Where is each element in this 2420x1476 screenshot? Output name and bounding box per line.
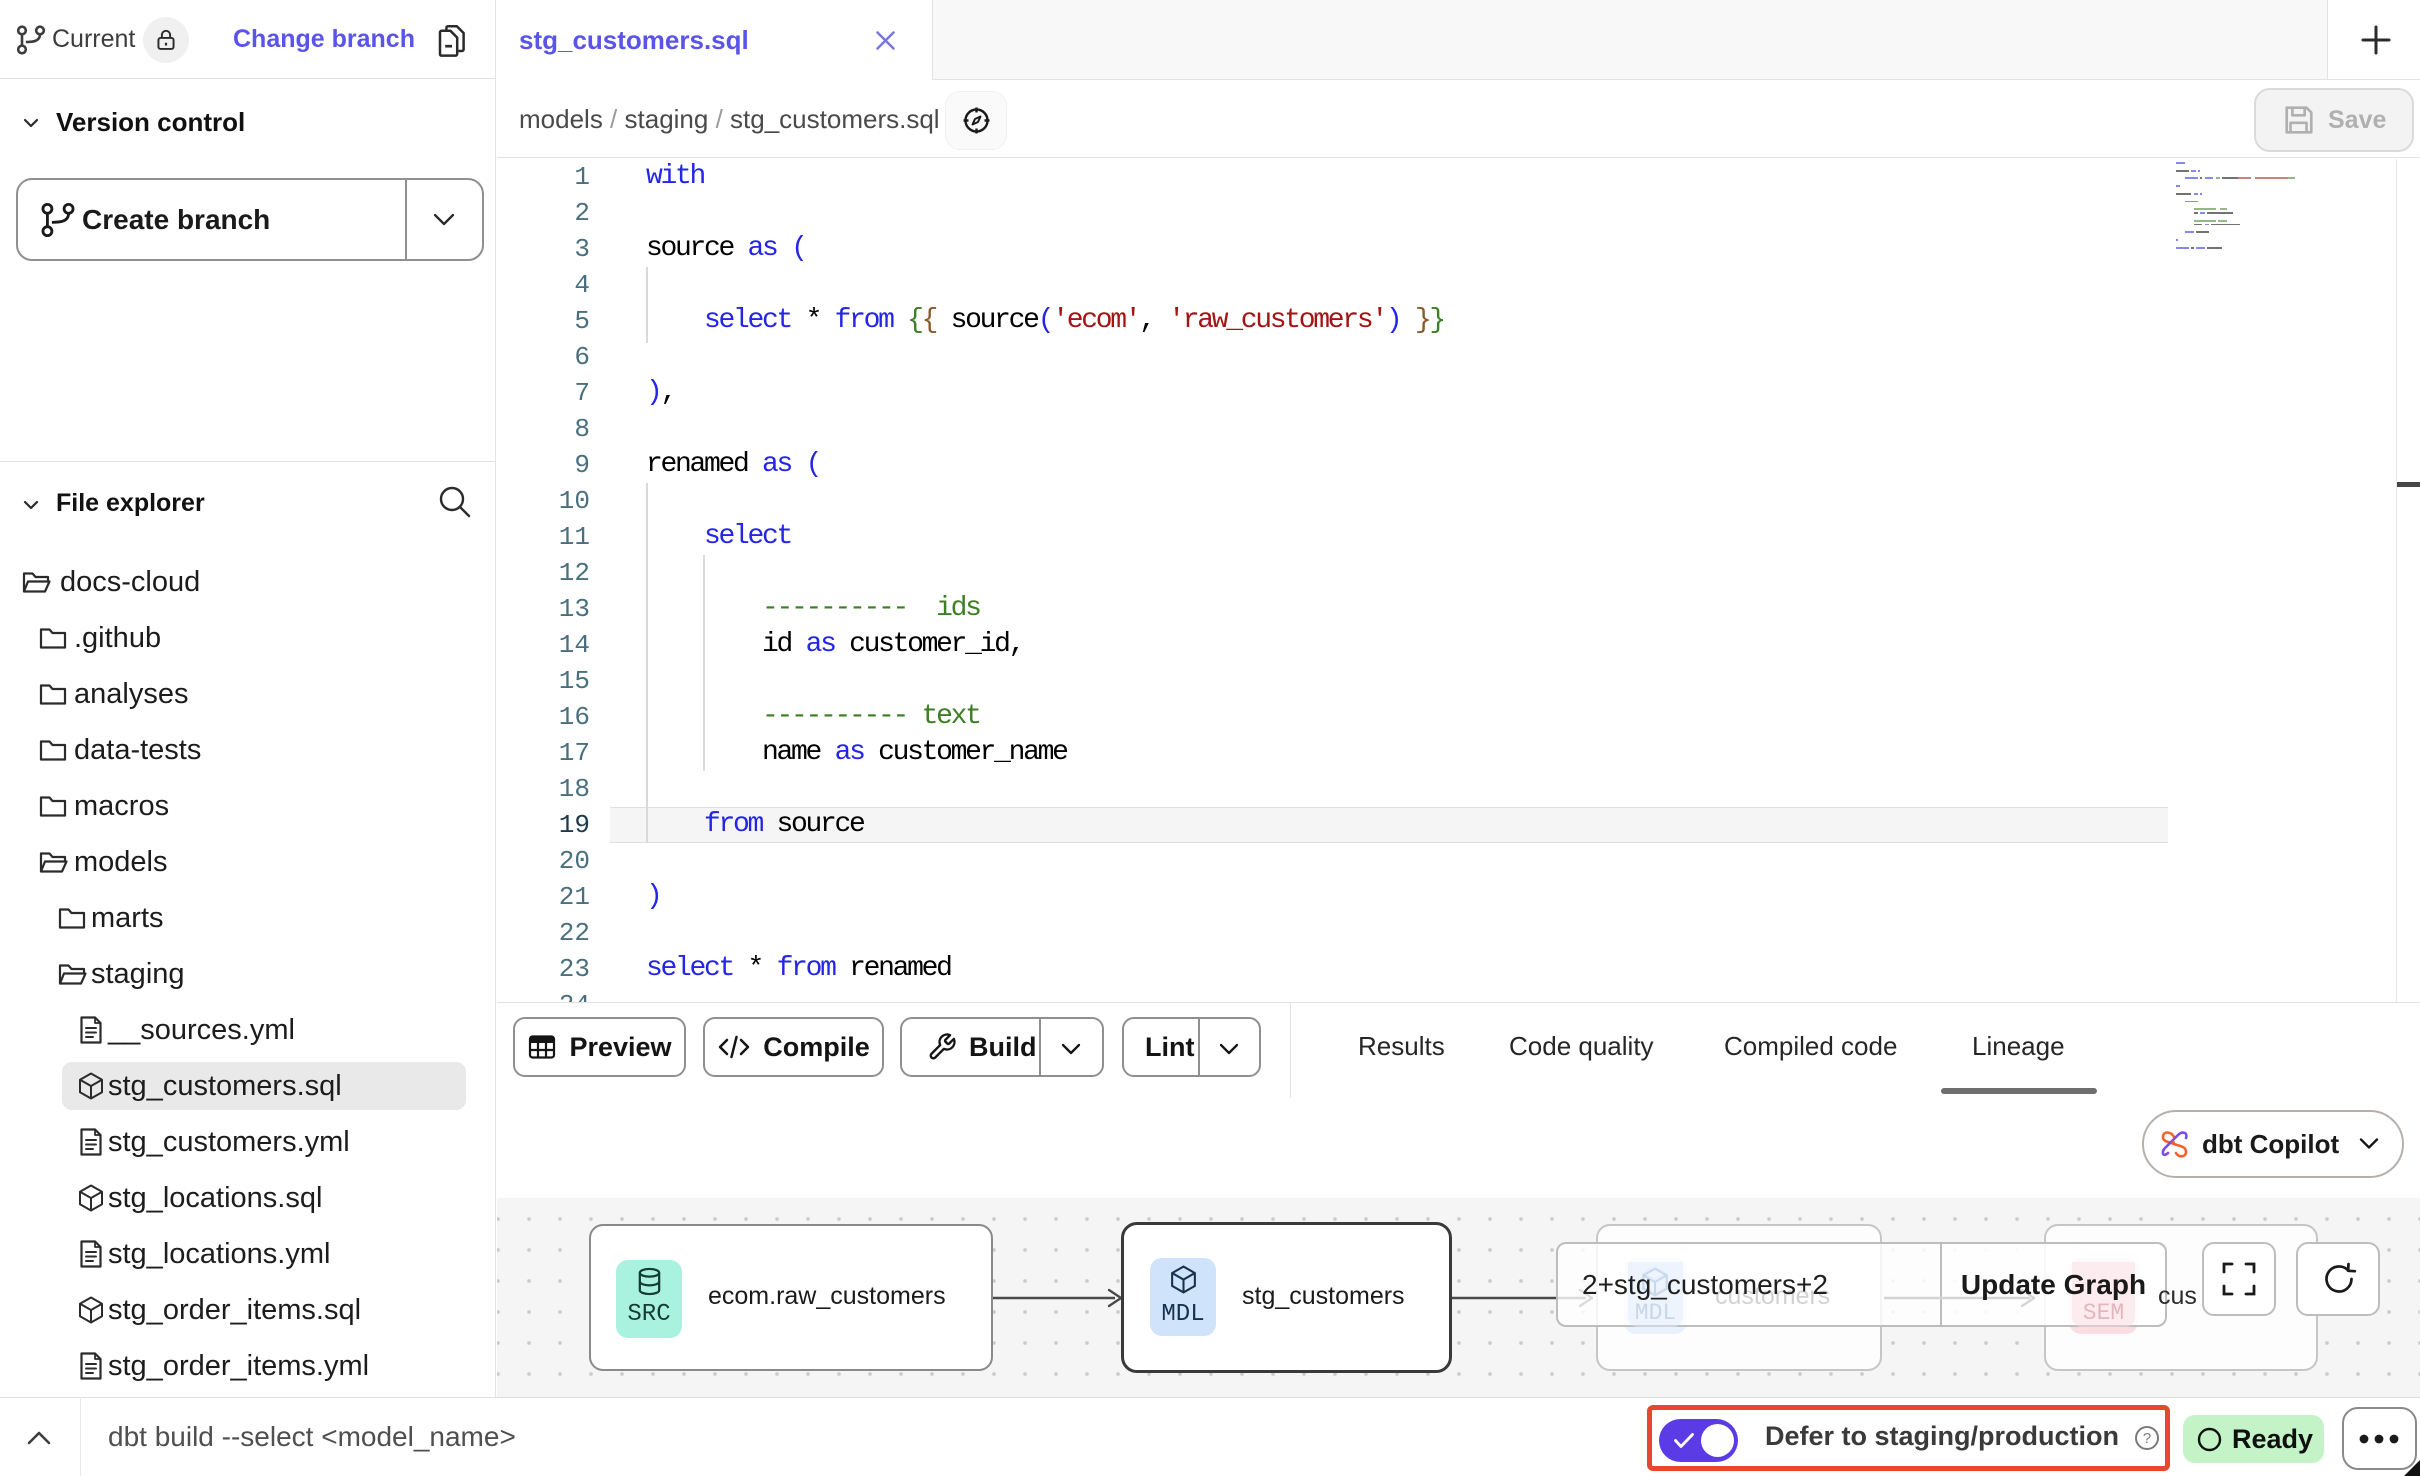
svg-text:?: ?	[2143, 1430, 2151, 1447]
